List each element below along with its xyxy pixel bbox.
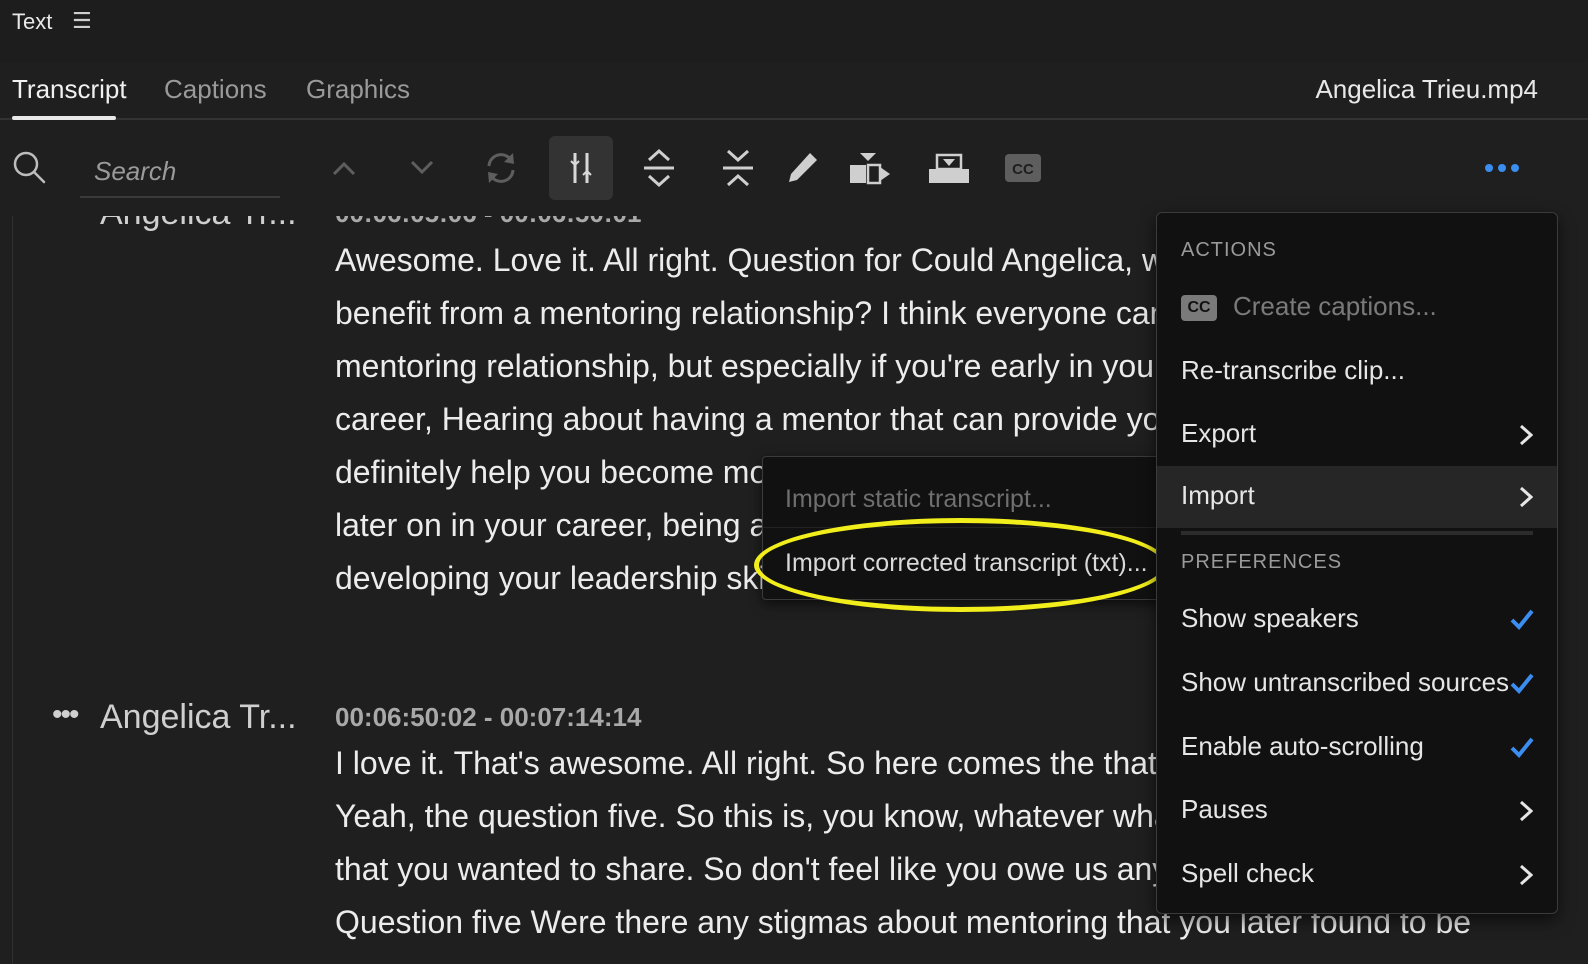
segment-timecode: 00:06:50:02 - 00:07:14:14 bbox=[335, 702, 642, 732]
collapse-segment-button[interactable] bbox=[706, 136, 770, 200]
retranscribe-clip-label: Re-transcribe clip... bbox=[1181, 355, 1405, 385]
create-captions-label: Create captions... bbox=[1233, 291, 1437, 321]
next-result-button[interactable] bbox=[390, 136, 454, 200]
enable-auto-scrolling-label: Enable auto-scrolling bbox=[1181, 731, 1424, 761]
edit-button[interactable] bbox=[770, 136, 834, 200]
insert-clip-icon bbox=[850, 153, 890, 185]
preferences-header: PREFERENCES bbox=[1181, 551, 1343, 573]
pauses-label: Pauses bbox=[1181, 794, 1268, 824]
transcript-line: mentoring relationship, but especially i… bbox=[335, 348, 1165, 384]
submenu-divider bbox=[763, 527, 1163, 528]
clip-file-name: Angelica Trieu.mp4 bbox=[1315, 74, 1538, 104]
more-icon[interactable] bbox=[1482, 150, 1522, 186]
svg-text:CC: CC bbox=[1012, 161, 1034, 178]
transcript-line: benefit from a mentoring relationship? I… bbox=[335, 295, 1168, 331]
transcript-line: Awesome. Love it. All right. Question fo… bbox=[335, 242, 1183, 278]
segment-options-icon[interactable]: ••• bbox=[52, 698, 79, 732]
search-input[interactable] bbox=[80, 146, 280, 198]
import-item[interactable]: Import bbox=[1157, 466, 1557, 528]
hamburger-icon[interactable]: ☰ bbox=[72, 8, 92, 34]
previous-result-button[interactable] bbox=[312, 136, 376, 200]
import-submenu: Import static transcript... Import corre… bbox=[762, 456, 1164, 600]
expand-segment-icon bbox=[644, 148, 674, 188]
search-icon bbox=[13, 151, 46, 184]
active-tab-indicator bbox=[12, 116, 116, 120]
checkmark-icon bbox=[1510, 609, 1534, 630]
split-segment-icon bbox=[570, 153, 592, 183]
show-untranscribed-sources-label: Show untranscribed sources bbox=[1181, 667, 1510, 697]
menu-divider bbox=[1181, 531, 1533, 535]
export-item[interactable]: Export bbox=[1157, 404, 1557, 466]
tab-captions[interactable]: Captions bbox=[164, 74, 267, 105]
cc-icon: CC bbox=[1005, 154, 1041, 182]
collapse-segment-icon bbox=[723, 149, 753, 187]
actions-header: ACTIONS bbox=[1181, 239, 1277, 261]
enable-auto-scrolling-item[interactable]: Enable auto-scrolling bbox=[1157, 717, 1557, 779]
expand-segment-button[interactable] bbox=[627, 136, 691, 200]
panel-options-menu: ACTIONS CC Create captions... Re-transcr… bbox=[1156, 212, 1558, 914]
spell-check-label: Spell check bbox=[1181, 858, 1314, 888]
show-speakers-item[interactable]: Show speakers bbox=[1157, 589, 1557, 651]
chevron-down-icon bbox=[410, 160, 434, 175]
import-label: Import bbox=[1181, 480, 1255, 510]
spell-check-item[interactable]: Spell check bbox=[1157, 844, 1557, 906]
chevron-right-icon bbox=[1519, 486, 1533, 508]
export-label: Export bbox=[1181, 418, 1257, 448]
insert-button[interactable] bbox=[838, 136, 902, 200]
split-segment-button[interactable] bbox=[549, 136, 613, 200]
chevron-right-icon bbox=[1519, 800, 1533, 822]
transcript-line: career, Hearing about having a mentor th… bbox=[335, 401, 1179, 437]
retranscribe-clip-item[interactable]: Re-transcribe clip... bbox=[1157, 341, 1557, 403]
tab-graphics[interactable]: Graphics bbox=[306, 74, 410, 105]
speaker-name[interactable]: Angelica Tr... bbox=[100, 698, 297, 737]
panel-title: Text bbox=[12, 9, 53, 34]
chevron-up-icon bbox=[332, 161, 356, 176]
show-speakers-label: Show speakers bbox=[1181, 603, 1359, 633]
import-static-transcript-item: Import static transcript... bbox=[785, 485, 1052, 513]
show-untranscribed-sources-item[interactable]: Show untranscribed sources bbox=[1157, 653, 1557, 715]
create-captions-item: CC Create captions... bbox=[1157, 277, 1557, 339]
import-corrected-transcript-item[interactable]: Import corrected transcript (txt)... bbox=[785, 549, 1148, 578]
checkmark-icon bbox=[1510, 673, 1534, 694]
pencil-icon bbox=[789, 153, 817, 182]
checkmark-icon bbox=[1510, 737, 1534, 758]
tabs-divider bbox=[0, 118, 1588, 120]
chevron-right-icon bbox=[1519, 424, 1533, 446]
pauses-item[interactable]: Pauses bbox=[1157, 780, 1557, 842]
captions-button[interactable]: CC bbox=[991, 136, 1055, 200]
refresh-icon bbox=[487, 153, 515, 183]
cc-icon: CC bbox=[1181, 295, 1217, 321]
overwrite-clip-icon bbox=[929, 153, 969, 183]
refresh-button[interactable] bbox=[469, 136, 533, 200]
chevron-right-icon bbox=[1519, 864, 1533, 886]
tab-transcript[interactable]: Transcript bbox=[12, 74, 127, 105]
overwrite-button[interactable] bbox=[917, 136, 981, 200]
title-bar: Text ☰ bbox=[0, 0, 1588, 44]
